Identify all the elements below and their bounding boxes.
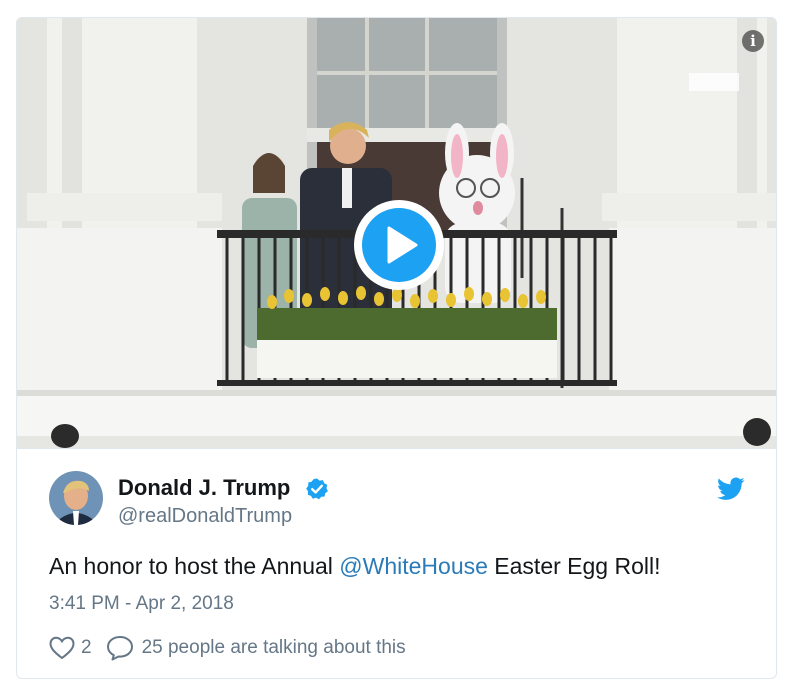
video-player[interactable]: i [17,18,776,448]
heart-icon [49,636,75,660]
play-icon [387,226,418,264]
reply-bubble-icon [106,636,133,661]
info-icon[interactable]: i [742,30,764,52]
tweet-text-suffix: Easter Egg Roll! [487,553,661,579]
like-button[interactable]: 2 [49,636,92,660]
avatar[interactable] [49,471,103,525]
verified-badge-icon [306,478,328,500]
tweet-text: An honor to host the Annual @WhiteHouse … [49,553,661,580]
conversation-link[interactable]: 25 people are talking about this [106,635,406,661]
tweet-card: i Donald J. Trump @realDonaldTrump An ho… [16,17,777,679]
mention-link[interactable]: @WhiteHouse [339,553,488,579]
tweet-actions: 2 25 people are talking about this [49,635,406,661]
timestamp-link[interactable]: 3:41 PM - Apr 2, 2018 [49,593,234,615]
like-count: 2 [81,637,92,658]
play-button[interactable] [354,200,444,290]
twitter-bird-icon[interactable] [717,477,745,501]
avatar-image [49,471,103,525]
tweet-text-prefix: An honor to host the Annual [49,553,340,579]
conversation-text: 25 people are talking about this [141,637,406,658]
tweet-footer: Donald J. Trump @realDonaldTrump An hono… [17,448,776,678]
author-handle[interactable]: @realDonaldTrump [118,505,292,528]
author-name[interactable]: Donald J. Trump [118,475,290,501]
